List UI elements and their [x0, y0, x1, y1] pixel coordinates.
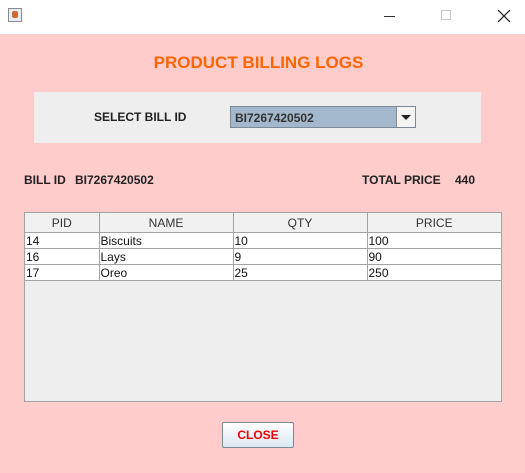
chevron-down-icon[interactable] [396, 107, 415, 127]
table-row[interactable]: 16 Lays 9 90 [25, 248, 501, 265]
title-bar [0, 0, 525, 34]
table-cell-qty[interactable]: 9 [233, 248, 368, 265]
table-cell-name[interactable]: Oreo [99, 264, 234, 281]
bill-select-panel: SELECT BILL ID BI7267420502 [34, 92, 481, 143]
select-bill-label: SELECT BILL ID [94, 110, 187, 124]
table-cell-name[interactable]: Biscuits [99, 232, 234, 249]
page-title: PRODUCT BILLING LOGS [153, 53, 364, 72]
table-row[interactable]: 17 Oreo 25 250 [25, 264, 501, 281]
table-cell-pid[interactable]: 16 [25, 248, 100, 265]
table-row[interactable]: 14 Biscuits 10 100 [25, 232, 501, 249]
column-header-pid[interactable]: PID [25, 213, 100, 233]
table-cell-price[interactable]: 90 [367, 248, 501, 265]
billing-table: PID NAME QTY PRICE 14 Biscuits 10 100 16 [25, 213, 501, 281]
table-cell-qty[interactable]: 25 [233, 264, 368, 281]
billing-window: PRODUCT BILLING LOGS SELECT BILL ID BI72… [0, 0, 525, 473]
total-price-value: 440 [455, 173, 476, 187]
table-cell-price[interactable]: 250 [367, 264, 501, 281]
table-cell-qty[interactable]: 10 [233, 232, 368, 249]
bill-id-label: BILL ID [24, 173, 66, 187]
total-price-label: TOTAL PRICE [362, 173, 441, 187]
bill-id-selected: BI7267420502 [235, 111, 314, 125]
column-header-name[interactable]: NAME [99, 213, 234, 233]
table-cell-pid[interactable]: 17 [25, 264, 100, 281]
column-header-qty[interactable]: QTY [233, 213, 368, 233]
minimize-icon[interactable] [371, 0, 417, 32]
table-cell-pid[interactable]: 14 [25, 232, 100, 249]
maximize-icon[interactable] [423, 0, 469, 32]
table-header-row: PID NAME QTY PRICE [25, 213, 501, 233]
close-button[interactable]: CLOSE [222, 422, 294, 448]
column-header-price[interactable]: PRICE [367, 213, 501, 233]
table-cell-price[interactable]: 100 [367, 232, 501, 249]
bill-id-value: BI7267420502 [75, 173, 154, 187]
table-cell-name[interactable]: Lays [99, 248, 234, 265]
billing-table-scroll-pane[interactable]: PID NAME QTY PRICE 14 Biscuits 10 100 16 [24, 212, 502, 402]
bill-id-dropdown[interactable]: BI7267420502 [230, 106, 416, 128]
java-cup-icon [8, 8, 22, 22]
content-panel: PRODUCT BILLING LOGS SELECT BILL ID BI72… [0, 34, 525, 473]
close-icon[interactable] [479, 0, 525, 32]
